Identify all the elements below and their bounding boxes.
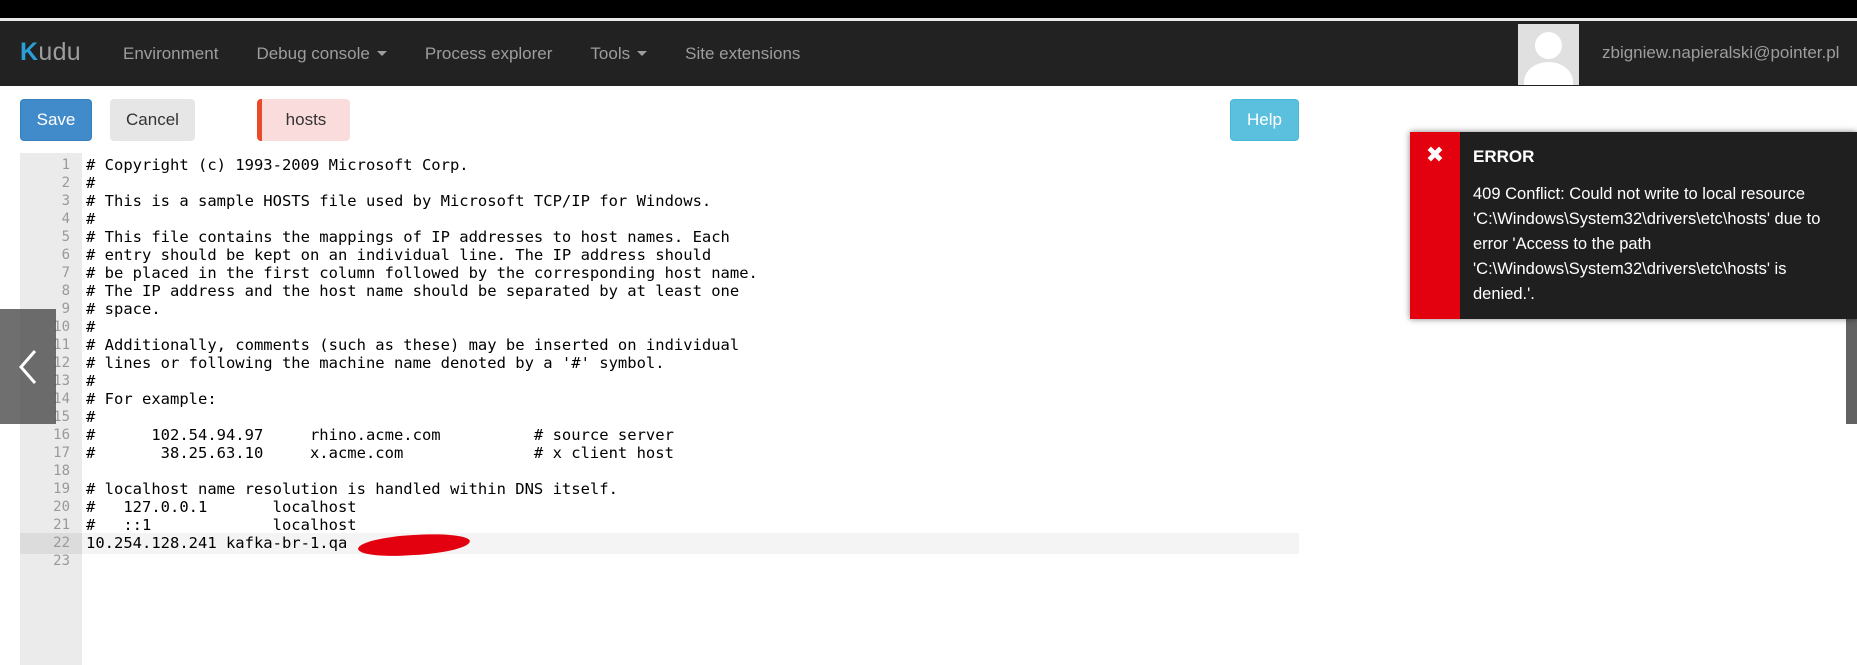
error-toast: ✖ ERROR 409 Conflict: Could not write to… [1410,132,1857,319]
line-number: 23 [53,553,70,569]
nav-debug-console[interactable]: Debug console [237,44,405,64]
cancel-button[interactable]: Cancel [110,99,195,141]
toast-message: 409 Conflict: Could not write to local r… [1473,185,1821,303]
save-button[interactable]: Save [20,99,92,141]
nav-label: Process explorer [424,43,553,63]
nav-process-explorer[interactable]: Process explorer [406,44,572,64]
nav-menu: Environment Debug console Process explor… [104,21,819,86]
nav-site-extensions[interactable]: Site extensions [666,44,819,64]
nav-label: Environment [123,43,219,63]
file-tab-hosts[interactable]: hosts [257,99,350,141]
caret-down-icon [376,51,387,56]
nav-label: Debug console [256,43,370,63]
top-bezel [0,0,1857,21]
code-editor[interactable]: 1 # Copyright (c) 1993-2009 Microsoft Cor… [20,153,1299,665]
kudu-logo[interactable]: Kudu [20,38,81,67]
caret-down-icon [637,51,648,56]
nav-label: Tools [590,43,631,63]
user-avatar-icon[interactable] [1518,24,1579,85]
toast-icon-bar: ✖ [1410,132,1460,319]
user-email[interactable]: zbigniew.napieralski@pointer.pl [1602,43,1839,63]
next-arrow-button[interactable] [1846,309,1857,424]
navbar: Kudu Environment Debug console Process e… [0,21,1857,86]
nav-label: Site extensions [685,43,801,63]
nav-tools[interactable]: Tools [571,44,666,64]
toast-title: ERROR [1473,147,1535,166]
nav-environment[interactable]: Environment [104,44,237,64]
code-line[interactable]: 23 [20,551,1299,572]
previous-arrow-button[interactable] [0,309,56,424]
help-button[interactable]: Help [1230,99,1299,141]
chevron-left-icon [19,349,37,384]
close-icon[interactable]: ✖ [1426,143,1444,319]
